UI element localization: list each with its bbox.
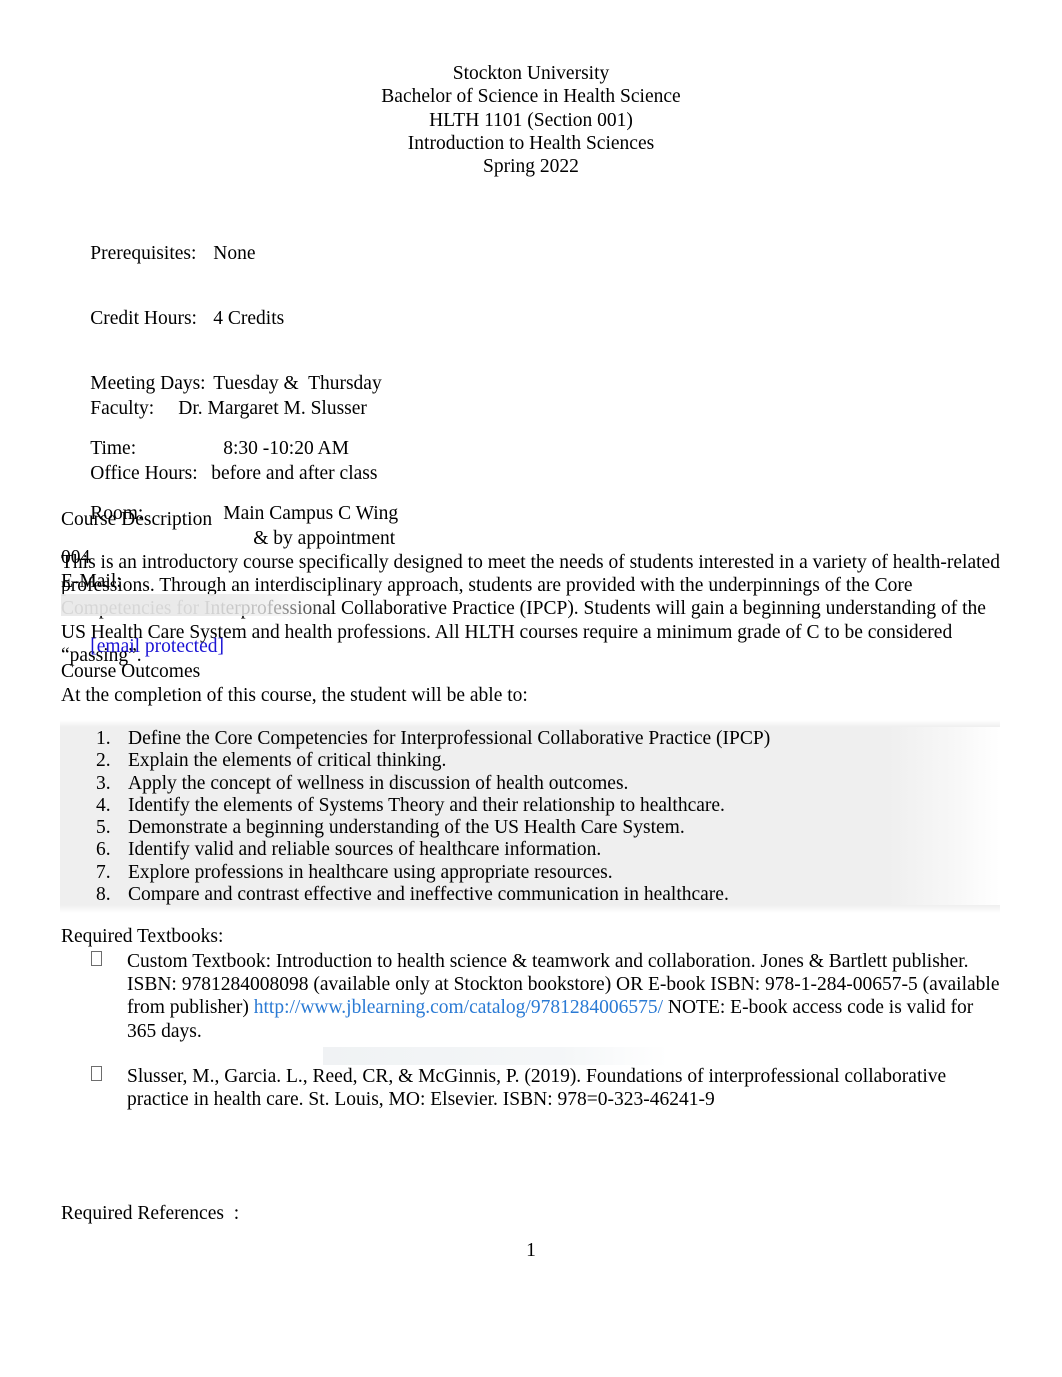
course-description-heading: Course Description (61, 509, 213, 530)
required-textbooks-list: Custom Textbook: Introduction to health … (61, 950, 1006, 1133)
outcome-text: Apply the concept of wellness in discuss… (128, 772, 629, 794)
outcome-number: 2. (96, 750, 111, 772)
header-line-program: Bachelor of Science in Health Science (381, 86, 681, 108)
course-info-row-credit-hours: Credit Hours: 4 Credits (61, 286, 398, 351)
faculty-value: Dr. Margaret M. Slusser (178, 397, 367, 419)
prerequisites-value: None (213, 242, 256, 264)
syllabus-page: Stockton University Bachelor of Science … (0, 0, 1062, 1377)
outcome-number: 3. (96, 772, 111, 794)
header-line-course-title: Introduction to Health Sciences (407, 132, 655, 154)
outcome-text: Demonstrate a beginning understanding of… (128, 817, 685, 839)
credit-hours-label: Credit Hours: (90, 307, 197, 329)
outcome-number: 4. (96, 794, 111, 816)
email-link[interactable]: [email protected] (90, 636, 224, 657)
course-outcomes-heading: Course Outcomes (61, 661, 201, 682)
office-hours-value: before and after class (211, 462, 378, 484)
list-item: 3. Apply the concept of wellness in discu… (96, 773, 770, 795)
office-hours-label: Office Hours: (90, 462, 198, 484)
outcome-number: 5. (96, 817, 111, 839)
office-hours-continuation: & by appointment (253, 527, 396, 549)
required-references-heading: Required References : (61, 1203, 240, 1224)
textbook-2-text: Slusser, M., Garcia. L., Reed, CR, & McG… (127, 1065, 947, 1111)
list-item: 8. Compare and contrast effective and ine… (96, 884, 770, 906)
outcome-text: Explore professions in healthcare using … (128, 861, 613, 883)
outcome-text: Explain the elements of critical thinkin… (128, 750, 447, 772)
office-hours-row: Office Hours: before and after class (61, 441, 395, 506)
wingding-bullet-icon (91, 1065, 102, 1081)
outcome-text: Identify the elements of Systems Theory … (128, 794, 725, 816)
list-item: 5. Demonstrate a beginning understanding … (96, 817, 770, 839)
course-outcomes-list: 1. Define the Core Competencies for Inter… (96, 728, 770, 906)
list-item: Slusser, M., Garcia. L., Reed, CR, & McG… (61, 1065, 1006, 1111)
list-item: 2. Explain the elements of critical think… (96, 750, 770, 772)
list-item: 4. Identify the elements of Systems Theor… (96, 795, 770, 817)
wingding-bullet-icon (91, 951, 102, 966)
outcome-number: 6. (96, 839, 111, 861)
outcome-text: Identify valid and reliable sources of h… (128, 839, 602, 861)
list-item: 1. Define the Core Competencies for Inter… (96, 728, 770, 750)
list-item: 6. Identify valid and reliable sources of… (96, 839, 770, 861)
outcome-number: 8. (96, 884, 111, 906)
outcome-number: 1. (96, 728, 111, 749)
outcome-text: Define the Core Competencies for Interpr… (128, 728, 771, 749)
list-item: 7. Explore professions in healthcare usin… (96, 862, 770, 884)
header-line-university: Stockton University (452, 63, 610, 84)
outcome-text: Compare and contrast effective and ineff… (128, 884, 729, 906)
list-item: Custom Textbook: Introduction to health … (61, 950, 1006, 1065)
faculty-label: Faculty: (90, 397, 155, 419)
course-outcomes-intro: At the completion of this course, the st… (61, 685, 528, 706)
header-line-course-code: HLTH 1101 (Section 001) (429, 109, 633, 131)
header-line-term: Spring 2022 (483, 156, 579, 178)
url-highlight-wash (323, 1047, 668, 1065)
outcome-number: 7. (96, 861, 111, 883)
prerequisites-label: Prerequisites: (90, 242, 197, 264)
document-header: Stockton University Bachelor of Science … (0, 62, 1062, 178)
required-textbooks-heading: Required Textbooks: (61, 926, 224, 947)
course-info-row-prerequisites: Prerequisites: None (61, 221, 398, 286)
page-number: 1 (526, 1240, 536, 1261)
faculty-row: Faculty: Dr. Margaret M. Slusser (61, 376, 395, 441)
credit-hours-value: 4 Credits (213, 307, 285, 329)
jblearning-url-link[interactable]: http://www.jblearning.com/catalog/978128… (254, 997, 663, 1018)
